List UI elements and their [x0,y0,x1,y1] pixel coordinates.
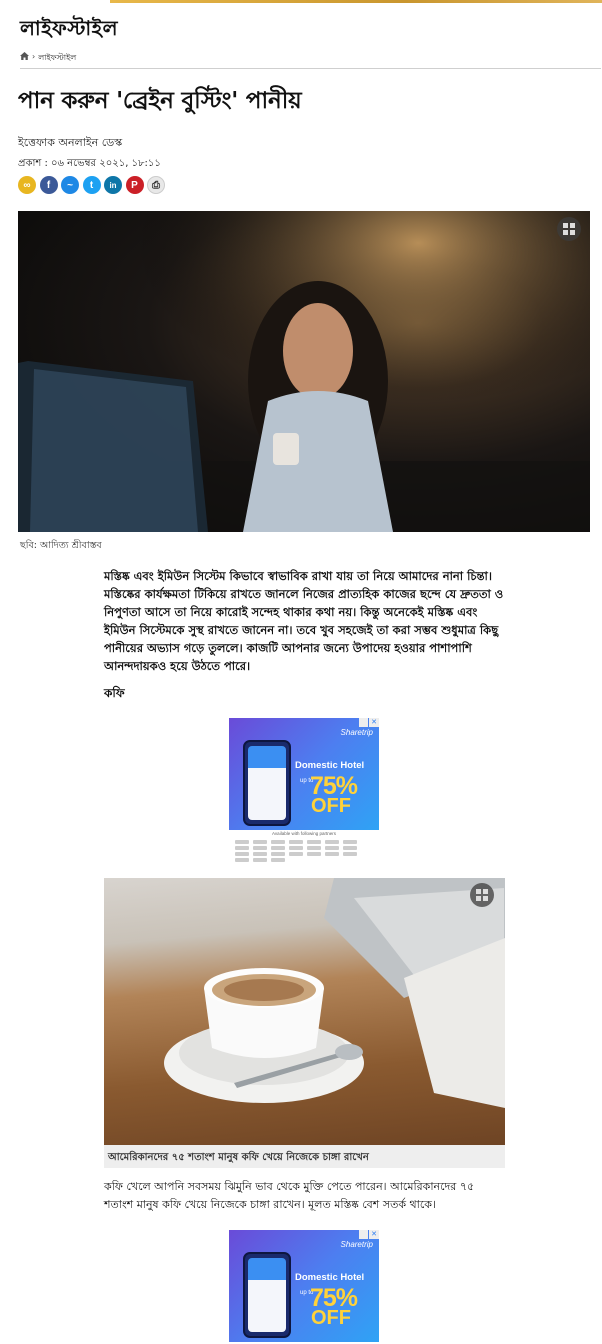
advertisement-2[interactable]: Sharetrip Domestic Hotel up to 75% OFF ✕ [229,1230,379,1344]
ad-off: OFF [311,1307,351,1329]
advertisement-1[interactable]: Sharetrip Domestic Hotel up to 75% OFF ✕… [229,718,379,862]
breadcrumb: › লাইফস্টাইল [20,52,601,69]
facebook-share-button[interactable]: f [39,176,58,194]
ad-brand: Sharetrip [340,1240,373,1249]
ad-headline: Domestic Hotel [295,760,365,771]
coffee-paragraph: কফি খেলে আপনি সবসময় ঝিমুনি ভাব থেকে মুক… [104,1180,475,1211]
facebook-icon: f [46,179,51,191]
ad-phone-graphic [243,740,291,826]
hero-caption: ছবি: আদিত্য শ্রীবাস্তব [20,540,102,551]
ad-off: OFF [311,795,351,817]
linkedin-share-button[interactable]: in [104,176,122,194]
pinterest-icon: P [131,179,138,191]
print-button[interactable]: ⎙ [147,176,165,194]
messenger-share-button[interactable]: ~ [61,176,79,194]
gallery-icon[interactable] [470,883,494,907]
ad-headline: Domestic Hotel [295,1272,365,1283]
ad-close-icon[interactable]: ✕ [369,1230,379,1239]
ad-phone-graphic [243,1252,291,1338]
ad-banner: Sharetrip Domestic Hotel up to 75% OFF [229,718,379,830]
adchoices-icon[interactable] [359,718,368,727]
subheading-coffee: কফি [104,686,125,700]
adchoices-icon[interactable] [359,1230,368,1239]
coffee-image[interactable] [104,878,505,1145]
gallery-icon[interactable] [557,217,581,241]
lead-paragraph: মস্তিষ্ক এবং ইমিউন সিস্টেম কিভাবে স্বাভা… [104,569,504,673]
breadcrumb-separator: › [32,52,36,61]
messenger-icon: ~ [67,179,73,191]
twitter-share-button[interactable]: t [82,176,101,194]
breadcrumb-item[interactable]: লাইফস্টাইল [38,52,76,65]
publish-date: প্রকাশ : ০৬ নভেম্বর ২০২১, ১৮:১১ [18,158,161,169]
coffee-image-caption: আমেরিকানদের ৭৫ শতাংশ মানুষ কফি খেয়ে নিজ… [104,1145,505,1168]
ad-close-icon[interactable]: ✕ [369,718,379,727]
home-icon[interactable] [20,52,29,60]
copy-link-button[interactable]: ∞ [18,176,36,194]
top-ad-strip[interactable] [110,0,602,3]
author-byline[interactable]: ইত্তেফাক অনলাইন ডেস্ক [18,134,122,153]
link-icon: ∞ [23,179,31,191]
share-bar: ∞ f ~ t in P ⎙ [18,176,165,194]
section-title[interactable]: লাইফস্টাইল [20,14,118,47]
ad-brand: Sharetrip [340,728,373,737]
pinterest-share-button[interactable]: P [125,176,144,194]
twitter-icon: t [89,179,94,191]
linkedin-icon: in [109,180,117,190]
ad-partner-logos [235,840,373,862]
ad-partners-label: Available with following partners [272,831,336,836]
hero-image[interactable] [18,211,590,532]
ad-banner: Sharetrip Domestic Hotel up to 75% OFF [229,1230,379,1342]
article-headline: পান করুন 'ব্রেইন বুস্টিং' পানীয় [18,88,302,114]
print-icon: ⎙ [152,179,160,191]
